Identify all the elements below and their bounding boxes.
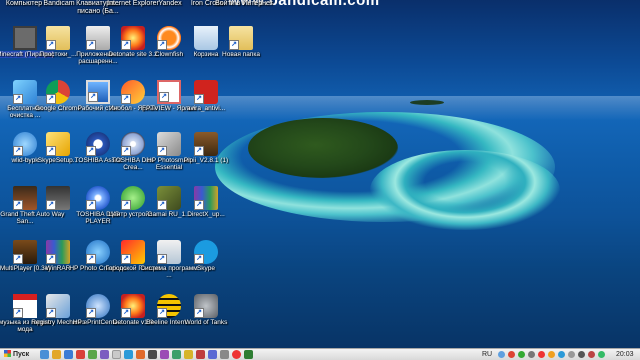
- shortcut-arrow-icon: ↗: [157, 40, 167, 50]
- chrome-icon: ↗: [46, 80, 70, 104]
- desktop-icon-avira[interactable]: ↗ avira_antivi...: [177, 80, 235, 112]
- start-button[interactable]: Пуск: [1, 349, 37, 360]
- app7-taskbar-icon[interactable]: [208, 350, 217, 359]
- shortcut-arrow-icon: ↗: [194, 308, 204, 318]
- desktop-icon-label: DirectX_up...: [187, 211, 225, 218]
- clock[interactable]: 20:03: [616, 349, 634, 360]
- island-forest: [248, 118, 398, 178]
- shortcut-arrow-icon: ↗: [194, 94, 204, 104]
- desktop-icon-label: Pipii_V2.8.1 (1): [183, 157, 229, 164]
- desktop-icon-folder[interactable]: ↗ Новая папка: [212, 26, 270, 58]
- app3-taskbar-icon[interactable]: [160, 350, 169, 359]
- registry-icon: ↗: [46, 294, 70, 318]
- skype-taskbar-icon[interactable]: [124, 350, 133, 359]
- desktop-icon-skype[interactable]: ↗ Skype: [177, 240, 235, 272]
- shortcut-arrow-icon: ↗: [121, 94, 131, 104]
- shortcut-arrow-icon: ↗: [86, 146, 96, 156]
- shortcut-arrow-icon: ↗: [121, 200, 131, 210]
- shortcut-arrow-icon: ↗: [157, 200, 167, 210]
- app2-taskbar-icon[interactable]: [148, 350, 157, 359]
- shortcut-arrow-icon: ↗: [46, 146, 56, 156]
- tanks-icon: ↗: [194, 294, 218, 318]
- top-label-internet[interactable]: Войти в Интернет: [212, 0, 276, 17]
- shortcut-arrow-icon: ↗: [13, 200, 23, 210]
- shortcut-arrow-icon: ↗: [121, 254, 131, 264]
- shortcut-arrow-icon: ↗: [157, 254, 167, 264]
- power-tray-icon[interactable]: [598, 351, 605, 358]
- app-taskbar-icon[interactable]: [136, 350, 145, 359]
- skype-tray-icon[interactable]: [558, 351, 565, 358]
- app5-taskbar-icon[interactable]: [184, 350, 193, 359]
- desktop-icon-pipii[interactable]: ↗ Pipii_V2.8.1 (1): [177, 132, 235, 164]
- skype-setup-icon: ↗: [46, 132, 70, 156]
- shortcut-arrow-icon: ↗: [13, 146, 23, 156]
- chrome-taskbar-icon[interactable]: [88, 350, 97, 359]
- shortcut-arrow-icon: ↗: [46, 94, 56, 104]
- app8-taskbar-icon[interactable]: [220, 350, 229, 359]
- shortcut-arrow-icon: ↗: [121, 146, 131, 156]
- app4-taskbar-icon[interactable]: [172, 350, 181, 359]
- flag-tray-icon[interactable]: [588, 351, 595, 358]
- shortcut-arrow-icon: ↗: [86, 200, 96, 210]
- window-icon[interactable]: [112, 350, 121, 359]
- avira-icon: ↗: [194, 80, 218, 104]
- island-reef-tail: [370, 150, 560, 230]
- pipii-icon: ↗: [194, 132, 218, 156]
- desktop-icon-label: World of Tanks: [184, 319, 228, 326]
- shortcut-arrow-icon: ↗: [194, 254, 204, 264]
- start-label: Пуск: [13, 351, 30, 358]
- volume-tray-icon[interactable]: [568, 351, 575, 358]
- show-desktop-icon[interactable]: [40, 350, 49, 359]
- desktop-icon-label: Новая папка: [222, 51, 260, 58]
- desktop-icon-winrar[interactable]: ↗ DirectX_up...: [177, 186, 235, 218]
- desktop-icon-label: Skype: [196, 265, 216, 272]
- app9-taskbar-icon[interactable]: [244, 350, 253, 359]
- desktop-icon-tanks[interactable]: ↗ World of Tanks: [177, 294, 235, 326]
- windows-flag-icon: [4, 350, 11, 357]
- shortcut-arrow-icon: ↗: [194, 146, 204, 156]
- wifi-tray-icon[interactable]: [578, 351, 585, 358]
- shortcut-arrow-icon: ↗: [88, 92, 98, 102]
- shortcut-arrow-icon: ↗: [159, 92, 169, 102]
- app6-taskbar-icon[interactable]: [196, 350, 205, 359]
- shortcut-arrow-icon: ↗: [46, 40, 56, 50]
- shortcut-arrow-icon: ↗: [46, 200, 56, 210]
- shortcut-arrow-icon: ↗: [86, 308, 96, 318]
- shortcut-arrow-icon: ↗: [157, 146, 167, 156]
- desktop[interactable]: www.bandicam.com Компьютер Bandicam Клав…: [0, 0, 640, 348]
- shortcut-arrow-icon: ↗: [13, 308, 23, 318]
- network-tray-icon[interactable]: [518, 351, 525, 358]
- shortcut-arrow-icon: ↗: [157, 308, 167, 318]
- battery-tray-icon[interactable]: [548, 351, 555, 358]
- folder-icon: ↗: [46, 26, 70, 50]
- language-indicator[interactable]: RU: [482, 349, 492, 360]
- media-icon[interactable]: [100, 350, 109, 359]
- explorer-icon[interactable]: [52, 350, 61, 359]
- winrar-icon: ↗: [46, 240, 70, 264]
- shortcut-arrow-icon: ↗: [86, 254, 96, 264]
- antivirus-tray-icon[interactable]: [508, 351, 515, 358]
- taskbar: Пуск RU 20:03: [0, 348, 640, 360]
- record-icon[interactable]: [232, 350, 241, 359]
- shortcut-arrow-icon: ↗: [121, 308, 131, 318]
- shortcut-arrow-icon: ↗: [229, 40, 239, 50]
- distant-islet: [410, 100, 444, 105]
- bandicam-tray-icon[interactable]: [538, 351, 545, 358]
- shortcut-arrow-icon: ↗: [121, 40, 131, 50]
- shortcut-arrow-icon: ↗: [194, 200, 204, 210]
- skype-icon: ↗: [194, 240, 218, 264]
- update-tray-icon[interactable]: [528, 351, 535, 358]
- way-icon: ↗: [46, 186, 70, 210]
- help-tray-icon[interactable]: [498, 351, 505, 358]
- winrar-icon: ↗: [194, 186, 218, 210]
- shortcut-arrow-icon: ↗: [13, 254, 23, 264]
- shortcut-arrow-icon: ↗: [46, 254, 56, 264]
- shortcut-arrow-icon: ↗: [46, 308, 56, 318]
- shortcut-arrow-icon: ↗: [13, 94, 23, 104]
- yandex-icon[interactable]: [76, 350, 85, 359]
- folder-icon: ↗: [229, 26, 253, 50]
- desktop-icon-label: avira_antivi...: [186, 105, 226, 112]
- ie-icon[interactable]: [64, 350, 73, 359]
- shortcut-arrow-icon: ↗: [86, 40, 96, 50]
